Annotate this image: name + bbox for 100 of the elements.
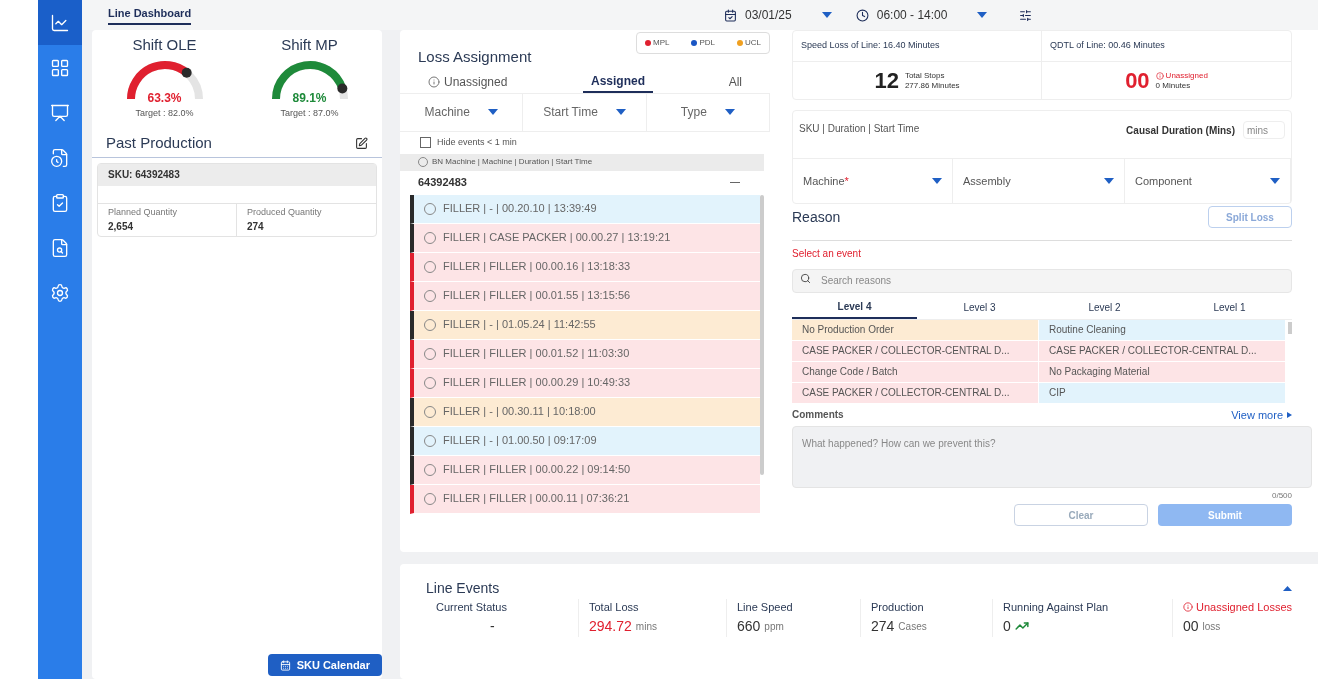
- field-value: 2,654: [108, 220, 135, 234]
- clock-icon: [855, 8, 869, 22]
- event-text: FILLER | FILLER | 00.01.55 | 13:15:56: [443, 288, 631, 304]
- select-dropdown[interactable]: Assembly: [953, 159, 1125, 203]
- stat-label: Total Loss: [589, 600, 639, 615]
- stat-value: 00: [1183, 616, 1199, 636]
- event-text: FILLER | - | 00.30.11 | 10:18:00: [443, 404, 596, 420]
- unassigned-count: 00: [1125, 67, 1150, 95]
- calendar-icon: [724, 8, 737, 22]
- level-tab[interactable]: Level 4: [792, 296, 917, 319]
- reason-cell[interactable]: CASE PACKER / COLLECTOR-CENTRAL D...: [1039, 340, 1286, 362]
- event-row[interactable]: FILLER | FILLER | 00.00.11 | 07:36:21: [410, 484, 760, 514]
- grid-icon: [50, 57, 70, 78]
- reason-cell[interactable]: No Packaging Material: [1039, 361, 1286, 383]
- view-more-link[interactable]: View more: [1231, 406, 1292, 423]
- caret-icon: [615, 109, 626, 115]
- required-mark: *: [844, 173, 849, 189]
- filter-tab[interactable]: All: [720, 70, 750, 93]
- caret-icon: [724, 109, 735, 115]
- stops-count: 12: [874, 67, 899, 95]
- event-row[interactable]: FILLER | - | 00.20.10 | 13:39:49: [410, 194, 760, 224]
- event-row[interactable]: FILLER | FILLER | 00.00.29 | 10:49:33: [410, 368, 760, 398]
- reason-cell[interactable]: Change Code / Batch: [792, 361, 1039, 383]
- list-header: BN Machine | Machine | Duration | Start Time: [432, 156, 593, 168]
- event-row[interactable]: FILLER | - | 01.05.24 | 11:42:55: [410, 310, 760, 340]
- char-counter: 0/500: [1271, 490, 1292, 502]
- date-dropdown[interactable]: 03/01/25: [745, 6, 832, 24]
- reason-cell[interactable]: CASE PACKER / COLLECTOR-CENTRAL D...: [792, 382, 1039, 404]
- stat-value: 294.72: [589, 616, 632, 636]
- event-row[interactable]: FILLER | - | 01.00.50 | 09:17:09: [410, 426, 760, 456]
- gauge-title: Shift MP: [281, 35, 338, 55]
- event-text: FILLER | FILLER | 00.01.52 | 11:03:30: [443, 346, 630, 362]
- event-row[interactable]: FILLER | FILLER | 00.00.22 | 09:14:50: [410, 455, 760, 485]
- gauge-title: Shift OLE: [132, 35, 197, 55]
- event-header: SKU | Duration | Start Time: [799, 122, 920, 136]
- field-value: 274: [247, 220, 265, 234]
- shift-dropdown[interactable]: 06:00 - 14:00: [876, 6, 988, 24]
- dashboard-tab[interactable]: Line Dashboard: [108, 5, 192, 25]
- search-icon: [800, 273, 811, 284]
- caret-icon: [1270, 178, 1280, 184]
- stops-label: Total Stops: [904, 70, 946, 81]
- document-search-icon: [50, 237, 70, 258]
- stat-label: Line Speed: [737, 600, 793, 615]
- event-text: FILLER | - | 01.05.24 | 11:42:55: [443, 317, 596, 333]
- stat-label: Current Status: [436, 600, 507, 615]
- event-row[interactable]: FILLER | FILLER | 00.00.16 | 13:18:33: [410, 252, 760, 282]
- filter-tab[interactable]: Unassigned: [420, 70, 516, 93]
- level-tab[interactable]: Level 1: [1167, 296, 1292, 319]
- causal-input[interactable]: mins: [1243, 121, 1285, 139]
- comments-field[interactable]: What happened? How can we prevent this?: [792, 426, 1312, 488]
- stat-label: Unassigned Losses: [1196, 600, 1292, 615]
- select-dropdown[interactable]: Component: [1125, 159, 1291, 203]
- filter-tab[interactable]: Assigned: [583, 70, 653, 93]
- level-tab[interactable]: Level 2: [1042, 296, 1167, 319]
- stat-unit: Cases: [898, 619, 927, 634]
- reason-cell[interactable]: No Production Order: [792, 319, 1039, 341]
- alert-icon: [1183, 602, 1193, 613]
- speed-loss-text: Speed Loss of Line: 16.40 Minutes: [793, 31, 1042, 62]
- event-row[interactable]: FILLER | FILLER | 00.01.55 | 13:15:56: [410, 281, 760, 311]
- edit-icon[interactable]: [355, 136, 368, 150]
- qdtl-text: QDTL of Line: 00.46 Minutes: [1042, 31, 1291, 62]
- filter-dropdown[interactable]: Machine: [400, 93, 524, 131]
- unassigned-minutes: 0 Minutes: [1155, 80, 1192, 91]
- settings-icon: [50, 282, 70, 303]
- calendar-icon: [279, 659, 291, 671]
- info-icon: [428, 75, 440, 88]
- gauge-target: Target : 82.0%: [135, 106, 194, 120]
- event-text: FILLER | FILLER | 00.00.16 | 13:18:33: [443, 259, 631, 275]
- section-title: Loss Assignment: [417, 47, 532, 67]
- gauge-value: 89.1%: [291, 89, 328, 107]
- reason-cell[interactable]: CASE PACKER / COLLECTOR-CENTRAL D...: [792, 340, 1039, 362]
- stat-value: 660: [737, 616, 761, 636]
- event-row[interactable]: FILLER | CASE PACKER | 00.00.27 | 13:19:21: [410, 223, 760, 253]
- filter-dropdown[interactable]: Start Time: [523, 93, 647, 131]
- legend-label: MPL: [652, 37, 670, 49]
- select-dropdown[interactable]: Machine*: [793, 159, 953, 203]
- caret-icon: [1104, 178, 1114, 184]
- event-row[interactable]: FILLER | FILLER | 00.01.52 | 11:03:30: [410, 339, 760, 369]
- level-tab[interactable]: Level 3: [917, 296, 1042, 319]
- event-row[interactable]: FILLER | - | 00.30.11 | 10:18:00: [410, 397, 760, 427]
- section-title: Line Events: [426, 579, 500, 598]
- event-text: FILLER | FILLER | 00.00.22 | 09:14:50: [443, 462, 631, 478]
- legend-label: UCL: [745, 37, 761, 49]
- caret-icon: [977, 12, 988, 18]
- sidebar-item[interactable]: [38, 0, 82, 45]
- reason-cell[interactable]: CIP: [1039, 382, 1286, 404]
- sku-calendar-button[interactable]: SKU Calendar: [267, 654, 382, 676]
- filter-dropdown[interactable]: Type: [646, 93, 770, 131]
- event-text: FILLER | - | 00.20.10 | 13:39:49: [443, 201, 597, 217]
- sku-header: SKU: 64392483: [98, 163, 376, 186]
- reason-cell[interactable]: Routine Cleaning: [1039, 319, 1286, 341]
- checkbox[interactable]: [420, 137, 431, 148]
- section-title: Past Production: [106, 133, 212, 153]
- search-field[interactable]: Search reasons: [792, 268, 1292, 293]
- stat-unit: loss: [1202, 619, 1221, 634]
- stat-label: Running Against Plan: [1003, 600, 1109, 615]
- stat-label: Production: [871, 600, 924, 615]
- group-title: 64392483: [418, 175, 467, 191]
- collapse-caret-icon[interactable]: [1283, 586, 1292, 591]
- filter-icon: [1019, 8, 1033, 22]
